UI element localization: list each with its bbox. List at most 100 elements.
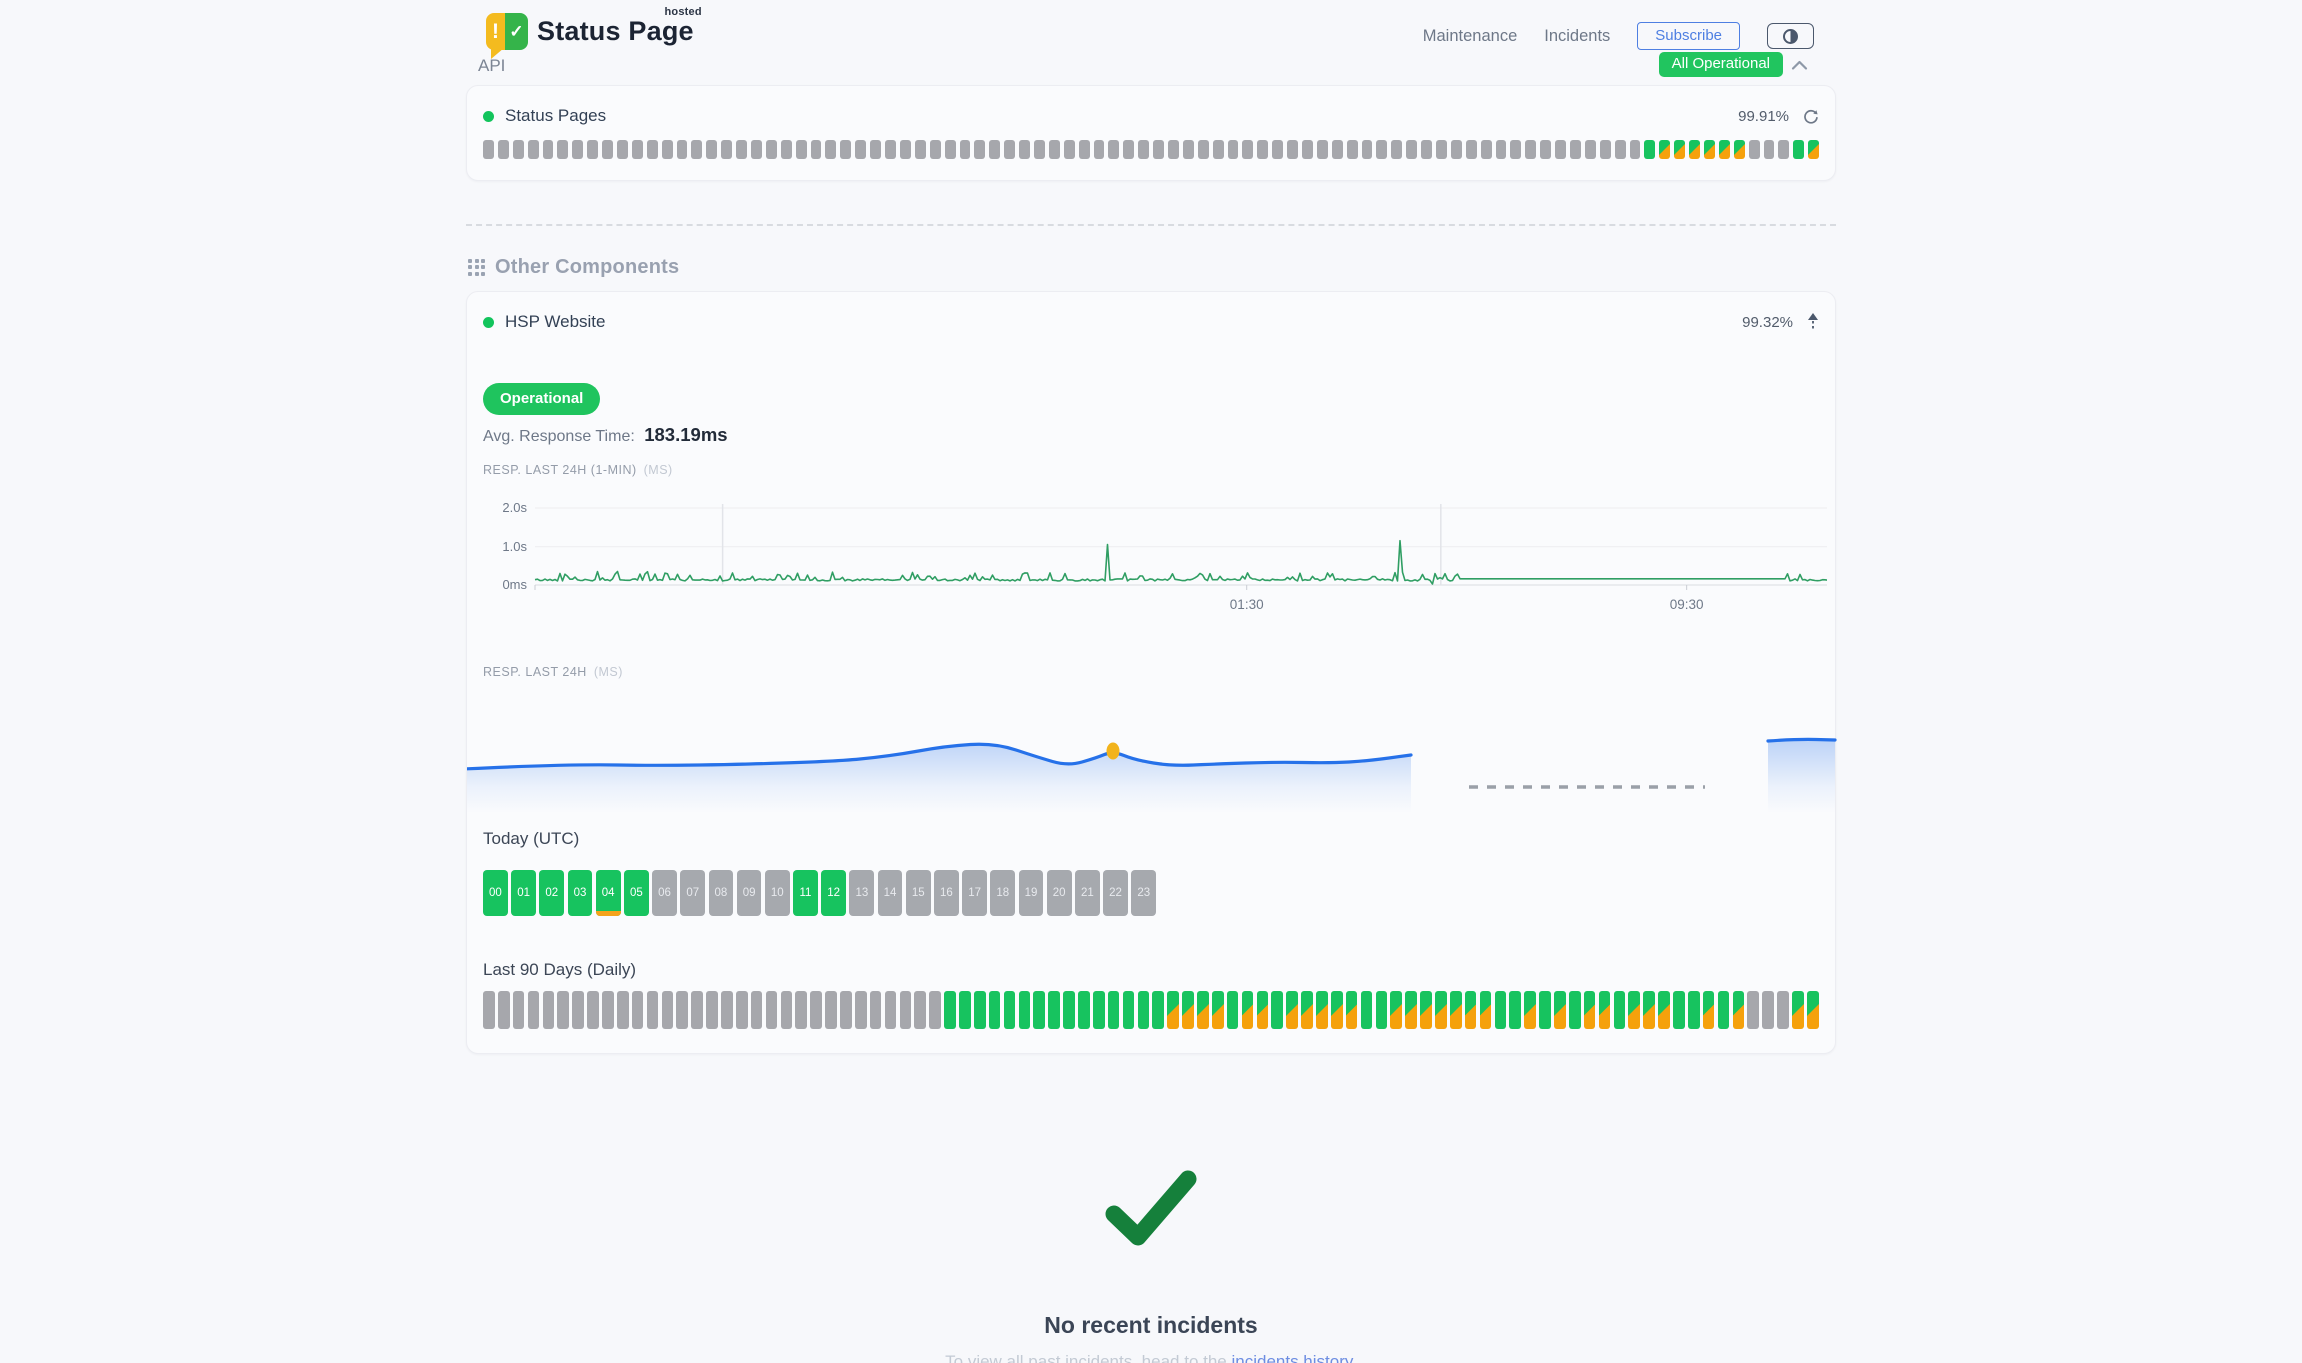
hour-block-03[interactable]: 03 [568, 870, 593, 916]
hour-block-04[interactable]: 04 [596, 870, 621, 916]
uptime-bar[interactable] [1749, 140, 1760, 159]
uptime-bar[interactable] [543, 140, 554, 159]
uptime-bar[interactable] [498, 140, 509, 159]
uptime-bar[interactable] [1257, 140, 1268, 159]
uptime-bar[interactable] [1630, 140, 1641, 159]
uptime-bar[interactable] [1019, 991, 1031, 1029]
uptime-bar[interactable] [1570, 140, 1581, 159]
uptime-bar[interactable] [825, 140, 836, 159]
uptime-bar[interactable] [989, 140, 1000, 159]
uptime-bar[interactable] [930, 140, 941, 159]
uptime-bar[interactable] [1406, 140, 1417, 159]
hour-block-13[interactable]: 13 [849, 870, 874, 916]
uptime-bar[interactable] [1600, 140, 1611, 159]
uptime-bar[interactable] [1198, 140, 1209, 159]
uptime-bar[interactable] [1033, 991, 1045, 1029]
uptime-bar[interactable] [647, 991, 659, 1029]
uptime-bar[interactable] [1808, 140, 1819, 159]
uptime-bar[interactable] [1764, 140, 1775, 159]
hour-block-21[interactable]: 21 [1075, 870, 1100, 916]
uptime-bar[interactable] [1719, 140, 1730, 159]
uptime-bar[interactable] [1004, 991, 1016, 1029]
uptime-bar[interactable] [1569, 991, 1581, 1029]
uptime-bar[interactable] [1034, 140, 1045, 159]
hour-block-09[interactable]: 09 [737, 870, 762, 916]
uptime-bar[interactable] [1316, 991, 1328, 1029]
hour-block-01[interactable]: 01 [511, 870, 536, 916]
uptime-bar[interactable] [1585, 140, 1596, 159]
uptime-bar[interactable] [1584, 991, 1596, 1029]
uptime-bar[interactable] [1182, 991, 1194, 1029]
uptime-bar[interactable] [1108, 991, 1120, 1029]
uptime-bar[interactable] [1152, 991, 1164, 1029]
nav-incidents[interactable]: Incidents [1544, 27, 1610, 46]
uptime-bar[interactable] [1362, 140, 1373, 159]
uptime-bar[interactable] [974, 991, 986, 1029]
uptime-bar[interactable] [1242, 140, 1253, 159]
uptime-bar[interactable] [1734, 140, 1745, 159]
uptime-bar[interactable] [1614, 991, 1626, 1029]
uptime-bar[interactable] [1197, 991, 1209, 1029]
uptime-bar[interactable] [1555, 140, 1566, 159]
uptime-bar[interactable] [1689, 140, 1700, 159]
uptime-bar[interactable] [1465, 991, 1477, 1029]
uptime-bar[interactable] [840, 991, 852, 1029]
incidents-history-link[interactable]: incidents history [1231, 1352, 1352, 1363]
uptime-bar[interactable] [1599, 991, 1611, 1029]
hour-block-11[interactable]: 11 [793, 870, 818, 916]
uptime-bar[interactable] [1376, 991, 1388, 1029]
hour-block-00[interactable]: 00 [483, 870, 508, 916]
hour-block-05[interactable]: 05 [624, 870, 649, 916]
uptime-bar[interactable] [647, 140, 658, 159]
hour-block-23[interactable]: 23 [1131, 870, 1156, 916]
uptime-bar[interactable] [602, 991, 614, 1029]
uptime-bar[interactable] [1064, 140, 1075, 159]
uptime-bar[interactable] [1094, 140, 1105, 159]
uptime-bar[interactable] [1049, 140, 1060, 159]
uptime-bar[interactable] [811, 140, 822, 159]
hour-block-15[interactable]: 15 [906, 870, 931, 916]
uptime-bar[interactable] [528, 140, 539, 159]
uptime-bar[interactable] [483, 140, 494, 159]
uptime-bar[interactable] [632, 991, 644, 1029]
uptime-bar[interactable] [483, 991, 495, 1029]
uptime-bar[interactable] [766, 140, 777, 159]
uptime-bar[interactable] [1615, 140, 1626, 159]
uptime-bar[interactable] [1778, 140, 1789, 159]
uptime-bar[interactable] [1539, 991, 1551, 1029]
uptime-bar[interactable] [617, 991, 629, 1029]
uptime-bar[interactable] [1704, 140, 1715, 159]
uptime-bar[interactable] [1495, 991, 1507, 1029]
uptime-bar[interactable] [1807, 991, 1819, 1029]
hour-block-14[interactable]: 14 [878, 870, 903, 916]
uptime-bar[interactable] [543, 991, 555, 1029]
uptime-bar[interactable] [929, 991, 941, 1029]
uptime-bar[interactable] [1524, 991, 1536, 1029]
uptime-bar[interactable] [632, 140, 643, 159]
uptime-bar[interactable] [1659, 140, 1670, 159]
uptime-bar[interactable] [1793, 140, 1804, 159]
uptime-bar[interactable] [1271, 991, 1283, 1029]
uptime-bar[interactable] [1762, 991, 1774, 1029]
uptime-bar[interactable] [1063, 991, 1075, 1029]
uptime-bar[interactable] [662, 140, 673, 159]
uptime-bar[interactable] [1420, 991, 1432, 1029]
uptime-bar[interactable] [870, 991, 882, 1029]
uptime-bar[interactable] [1093, 991, 1105, 1029]
uptime-bar[interactable] [1405, 991, 1417, 1029]
uptime-bar[interactable] [900, 991, 912, 1029]
uptime-bar[interactable] [1212, 991, 1224, 1029]
uptime-bar[interactable] [498, 991, 510, 1029]
uptime-bar[interactable] [706, 140, 717, 159]
component-row-hsp-website[interactable]: HSP Website 99.32% [467, 292, 1835, 332]
nav-maintenance[interactable]: Maintenance [1423, 27, 1517, 46]
uptime-bar[interactable] [1510, 140, 1521, 159]
uptime-bar[interactable] [528, 991, 540, 1029]
uptime-bar[interactable] [557, 991, 569, 1029]
uptime-bar[interactable] [677, 140, 688, 159]
uptime-bar[interactable] [572, 991, 584, 1029]
uptime-bar[interactable] [1227, 991, 1239, 1029]
uptime-bar[interactable] [1168, 140, 1179, 159]
uptime-bar[interactable] [1153, 140, 1164, 159]
uptime-bar[interactable] [870, 140, 881, 159]
